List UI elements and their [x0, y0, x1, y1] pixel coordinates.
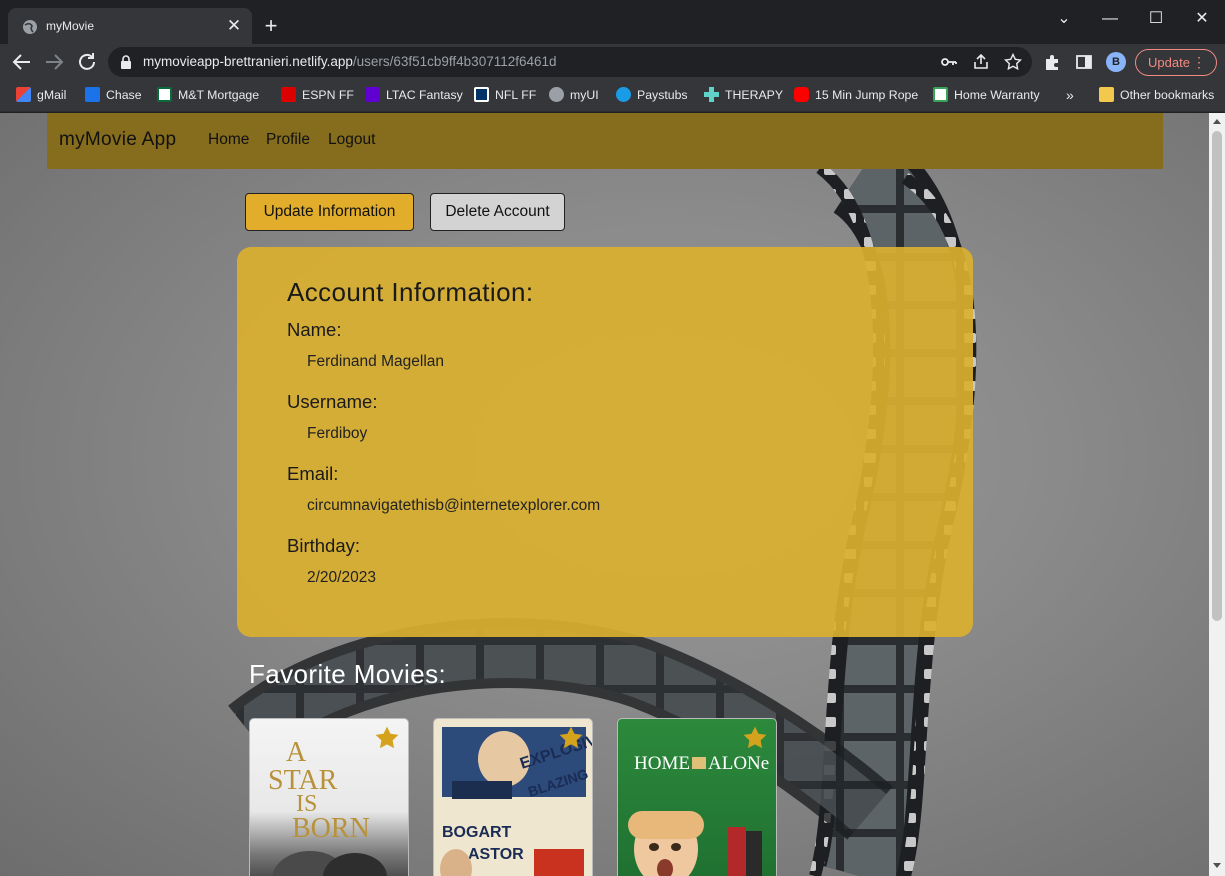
- bookmark-mt-mortgage[interactable]: M&T Mortgage: [157, 87, 259, 105]
- lock-icon: [121, 55, 131, 69]
- svg-text:BORN: BORN: [292, 813, 370, 844]
- minimize-icon[interactable]: —: [1087, 4, 1133, 34]
- close-window-icon[interactable]: ✕: [1179, 4, 1225, 34]
- mt-icon: [157, 87, 172, 102]
- youtube-icon: [794, 87, 809, 102]
- key-icon[interactable]: [940, 53, 958, 71]
- more-menu-icon: ⋮: [1192, 54, 1206, 70]
- svg-text:HOME: HOME: [634, 753, 690, 774]
- bookmark-myui[interactable]: myUI: [549, 87, 599, 105]
- browser-titlebar: myMovie ✕ + ⌄ — ☐ ✕: [0, 0, 1225, 44]
- email-label: Email:: [287, 463, 339, 484]
- scroll-up-icon[interactable]: [1213, 119, 1221, 124]
- email-value: circumnavigatethisb@internetexplorer.com: [307, 497, 601, 514]
- svg-text:A: A: [286, 737, 307, 768]
- gmail-icon: [16, 87, 31, 102]
- yahoo-icon: [365, 87, 380, 102]
- account-info-card: Account Information: Name: Ferdinand Mag…: [237, 247, 973, 637]
- tab-search-icon[interactable]: ⌄: [1041, 4, 1087, 34]
- page-scrollbar[interactable]: [1209, 113, 1225, 876]
- nav-profile-link[interactable]: Profile: [266, 131, 310, 149]
- name-value: Ferdinand Magellan: [307, 353, 445, 370]
- favorite-star-icon[interactable]: [374, 725, 400, 751]
- bookmark-nfl-ff[interactable]: NFL FF: [474, 87, 536, 105]
- therapy-icon: [704, 87, 719, 102]
- bookmark-star-icon[interactable]: [1004, 53, 1022, 71]
- scrollbar-thumb[interactable]: [1212, 131, 1222, 621]
- chase-icon: [85, 87, 100, 102]
- app-brand[interactable]: myMovie App: [59, 129, 176, 151]
- forward-icon[interactable]: [42, 50, 66, 74]
- address-bar[interactable]: mymovieapp-brettranieri.netlify.app/user…: [108, 47, 1032, 77]
- nav-logout-link[interactable]: Logout: [328, 131, 375, 149]
- svg-text:ASTOR: ASTOR: [468, 846, 524, 863]
- paystubs-icon: [616, 87, 631, 102]
- share-icon[interactable]: [972, 53, 990, 71]
- bookmark-espn-ff[interactable]: ESPN FF: [281, 87, 354, 105]
- maximize-icon[interactable]: ☐: [1133, 4, 1179, 34]
- extensions-icon[interactable]: [1043, 53, 1061, 71]
- bookmark-therapy[interactable]: THERAPY: [704, 87, 783, 105]
- bookmark-home-warranty[interactable]: Home Warranty: [933, 87, 1040, 105]
- scroll-down-icon[interactable]: [1213, 863, 1221, 868]
- page-viewport: myMovie App Home Profile Logout Update I…: [0, 113, 1209, 876]
- profile-avatar[interactable]: B: [1106, 52, 1126, 72]
- back-icon[interactable]: [10, 50, 34, 74]
- folder-icon: [1099, 87, 1114, 102]
- account-info-title: Account Information:: [287, 277, 534, 307]
- reload-icon[interactable]: [75, 50, 99, 74]
- side-panel-icon[interactable]: [1075, 53, 1093, 71]
- bookmark-paystubs[interactable]: Paystubs: [616, 87, 688, 105]
- movie-card-home-alone[interactable]: HOME ALONe: [617, 718, 777, 876]
- chrome-update-button[interactable]: Update ⋮: [1135, 49, 1217, 76]
- birthday-label: Birthday:: [287, 535, 361, 556]
- other-bookmarks[interactable]: Other bookmarks: [1099, 87, 1214, 105]
- username-label: Username:: [287, 391, 378, 412]
- bookmarks-overflow-icon[interactable]: »: [1066, 87, 1074, 103]
- favorite-star-icon[interactable]: [558, 725, 584, 751]
- app-navbar: myMovie App Home Profile Logout: [47, 113, 1163, 169]
- svg-text:BOGART: BOGART: [442, 824, 512, 841]
- globe-icon: [549, 87, 564, 102]
- name-label: Name:: [287, 319, 342, 340]
- delete-account-button[interactable]: Delete Account: [430, 193, 565, 231]
- svg-text:ALONe: ALONe: [708, 753, 769, 774]
- bookmark-gmail[interactable]: gMail: [16, 87, 66, 105]
- update-information-button[interactable]: Update Information: [245, 193, 414, 231]
- browser-tab[interactable]: myMovie ✕: [8, 8, 252, 44]
- new-tab-icon[interactable]: +: [259, 14, 283, 38]
- bookmarks-bar: gMail Chase M&T Mortgage ESPN FF LTAC Fa…: [0, 80, 1225, 112]
- nfl-icon: [474, 87, 489, 102]
- url-host: mymovieapp-brettranieri.netlify.app: [143, 54, 353, 69]
- favorite-star-icon[interactable]: [742, 725, 768, 751]
- url-path: /users/63f51cb9ff4b307112f6461d: [352, 54, 557, 69]
- movie-card-maltese-falcon[interactable]: EXPLOSIVE BLAZING BOGART ASTOR: [433, 718, 593, 876]
- tab-title: myMovie: [46, 19, 95, 33]
- espn-icon: [281, 87, 296, 102]
- bookmark-ltac-fantasy[interactable]: LTAC Fantasy: [365, 87, 463, 105]
- nav-home-link[interactable]: Home: [208, 131, 249, 149]
- browser-toolbar: mymovieapp-brettranieri.netlify.app/user…: [0, 44, 1225, 80]
- movie-card-a-star-is-born[interactable]: A STAR IS BORN: [249, 718, 409, 876]
- globe-icon: [23, 20, 37, 34]
- url-text: mymovieapp-brettranieri.netlify.app/user…: [143, 54, 557, 69]
- update-label: Update: [1148, 55, 1190, 70]
- bookmark-chase[interactable]: Chase: [85, 87, 142, 105]
- birthday-value: 2/20/2023: [307, 569, 376, 586]
- tab-close-icon[interactable]: ✕: [224, 16, 244, 36]
- bookmark-jump-rope[interactable]: 15 Min Jump Rope: [794, 87, 918, 105]
- username-value: Ferdiboy: [307, 425, 368, 442]
- home-warranty-icon: [933, 87, 948, 102]
- favorite-movies-heading: Favorite Movies:: [249, 659, 447, 689]
